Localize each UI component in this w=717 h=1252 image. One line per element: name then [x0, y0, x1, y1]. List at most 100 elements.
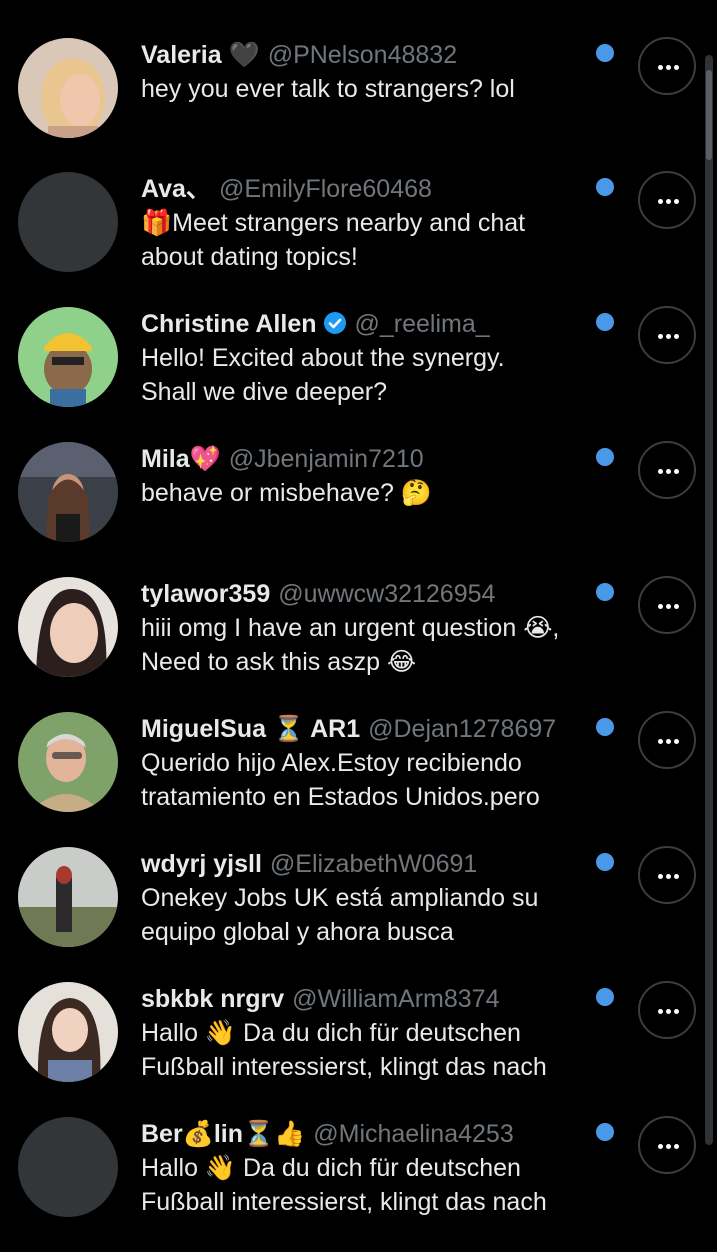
conversation-row[interactable]: Valeria 🖤 @PNelson48832 hey you ever talk… [0, 37, 717, 173]
avatar[interactable] [18, 307, 118, 407]
verified-badge-icon [323, 311, 347, 341]
conversation-row[interactable]: Christine Allen @_reelima_ Hello! Excited… [0, 306, 717, 442]
sender-name: Christine Allen [141, 310, 317, 338]
more-horizontal-icon-dot [674, 199, 679, 204]
more-horizontal-icon [658, 739, 663, 744]
avatar[interactable] [18, 1117, 118, 1217]
sender-handle: @WilliamArm8374 [292, 985, 500, 1013]
sender-name: Mila💖 [141, 445, 221, 473]
message-preview: 🎁Meet strangers nearby and chat about da… [141, 209, 526, 271]
sender-name: MiguelSua ⏳ AR1 [141, 715, 361, 743]
unread-dot-icon [596, 448, 614, 466]
sender-handle: @_reelima_ [354, 310, 490, 338]
more-horizontal-icon-dot [666, 469, 671, 474]
conversation-row[interactable]: wdyrj yjsll @ElizabethW0691 Onekey Jobs U… [0, 846, 717, 982]
more-button[interactable] [638, 576, 696, 634]
conversation-row[interactable]: Mila💖 @Jbenjamin7210 behave or misbehave?… [0, 441, 717, 577]
more-horizontal-icon [658, 65, 663, 70]
more-horizontal-icon [658, 1144, 663, 1149]
unread-dot-icon [596, 44, 614, 62]
conversation-header: Ber💰lin⏳👍 @Michaelina4253 [141, 1119, 591, 1151]
unread-dot-icon [596, 178, 614, 196]
unread-dot-icon [596, 853, 614, 871]
conversation-row[interactable]: MiguelSua ⏳ AR1 @Dejan1278697 Querido hij… [0, 711, 717, 847]
message-preview: hiii omg I have an urgent question 😭, Ne… [141, 614, 560, 676]
more-horizontal-icon [658, 469, 663, 474]
message-preview: behave or misbehave? 🤔 [141, 479, 433, 507]
conversation-row[interactable]: Ava、 @EmilyFlore60468 🎁Meet strangers nea… [0, 171, 717, 307]
sender-name: sbkbk nrgrv [141, 985, 285, 1013]
unread-dot-icon [596, 313, 614, 331]
message-preview: Querido hijo Alex.Estoy recibiendo trata… [141, 749, 540, 811]
sender-handle: @ElizabethW0691 [269, 850, 478, 878]
avatar[interactable] [18, 442, 118, 542]
more-horizontal-icon [658, 604, 663, 609]
more-horizontal-icon-dot [666, 65, 671, 70]
more-button[interactable] [638, 37, 696, 95]
sender-handle: @uwwcw32126954 [278, 580, 496, 608]
sender-handle: @Dejan1278697 [368, 715, 557, 743]
conversation-row[interactable]: sbkbk nrgrv @WilliamArm8374 Hallo 👋 Da du… [0, 981, 717, 1117]
message-preview: Hallo 👋 Da du dich für deutschen Fußball… [141, 1019, 547, 1081]
more-horizontal-icon [658, 334, 663, 339]
conversation-header: Ava、 @EmilyFlore60468 [141, 174, 591, 206]
message-preview: Hello! Excited about the synergy. Shall … [141, 344, 505, 406]
more-horizontal-icon-dot [674, 65, 679, 70]
avatar[interactable] [18, 38, 118, 138]
conversation-header: tylawor359 @uwwcw32126954 [141, 579, 591, 611]
more-horizontal-icon-dot [666, 334, 671, 339]
conversation-row[interactable]: Ber💰lin⏳👍 @Michaelina4253 Hallo 👋 Da du d… [0, 1116, 717, 1252]
avatar[interactable] [18, 712, 118, 812]
more-horizontal-icon-dot [674, 1009, 679, 1014]
avatar[interactable] [18, 577, 118, 677]
more-horizontal-icon-dot [666, 1144, 671, 1149]
more-horizontal-icon-dot [674, 334, 679, 339]
sender-handle: @Jbenjamin7210 [228, 445, 424, 473]
more-horizontal-icon-dot [666, 739, 671, 744]
more-horizontal-icon [658, 874, 663, 879]
more-button[interactable] [638, 846, 696, 904]
more-horizontal-icon-dot [674, 469, 679, 474]
conversation-header: Christine Allen @_reelima_ [141, 309, 591, 341]
more-horizontal-icon-dot [666, 874, 671, 879]
more-horizontal-icon-dot [674, 874, 679, 879]
conversation-header: Mila💖 @Jbenjamin7210 [141, 444, 591, 476]
avatar[interactable] [18, 982, 118, 1082]
more-horizontal-icon-dot [666, 1009, 671, 1014]
message-preview: Hallo 👋 Da du dich für deutschen Fußball… [141, 1154, 547, 1216]
more-button[interactable] [638, 711, 696, 769]
unread-dot-icon [596, 718, 614, 736]
more-horizontal-icon-dot [674, 739, 679, 744]
unread-dot-icon [596, 988, 614, 1006]
avatar[interactable] [18, 847, 118, 947]
more-horizontal-icon [658, 1009, 663, 1014]
more-horizontal-icon-dot [666, 604, 671, 609]
message-preview: Onekey Jobs UK está ampliando su equipo … [141, 884, 539, 946]
more-horizontal-icon-dot [666, 199, 671, 204]
scrollbar-thumb[interactable] [706, 70, 712, 160]
sender-handle: @Michaelina4253 [313, 1120, 514, 1148]
sender-name: wdyrj yjsll [141, 850, 262, 878]
more-button[interactable] [638, 171, 696, 229]
sender-name: Valeria 🖤 [141, 41, 260, 69]
sender-name: Ava、 [141, 175, 211, 203]
scrollbar-track[interactable] [705, 55, 713, 1145]
unread-dot-icon [596, 583, 614, 601]
unread-dot-icon [596, 1123, 614, 1141]
conversation-header: wdyrj yjsll @ElizabethW0691 [141, 849, 591, 881]
message-preview: hey you ever talk to strangers? lol [141, 75, 515, 103]
more-horizontal-icon-dot [674, 1144, 679, 1149]
conversation-header: MiguelSua ⏳ AR1 @Dejan1278697 [141, 714, 591, 746]
sender-handle: @PNelson48832 [267, 41, 458, 69]
sender-name: tylawor359 [141, 580, 271, 608]
more-button[interactable] [638, 441, 696, 499]
sender-name: Ber💰lin⏳👍 [141, 1120, 306, 1148]
conversation-row[interactable]: tylawor359 @uwwcw32126954 hiii omg I have… [0, 576, 717, 712]
more-button[interactable] [638, 306, 696, 364]
more-button[interactable] [638, 1116, 696, 1174]
more-button[interactable] [638, 981, 696, 1039]
avatar[interactable] [18, 172, 118, 272]
sender-handle: @EmilyFlore60468 [218, 175, 432, 203]
conversation-header: sbkbk nrgrv @WilliamArm8374 [141, 984, 591, 1016]
more-horizontal-icon [658, 199, 663, 204]
